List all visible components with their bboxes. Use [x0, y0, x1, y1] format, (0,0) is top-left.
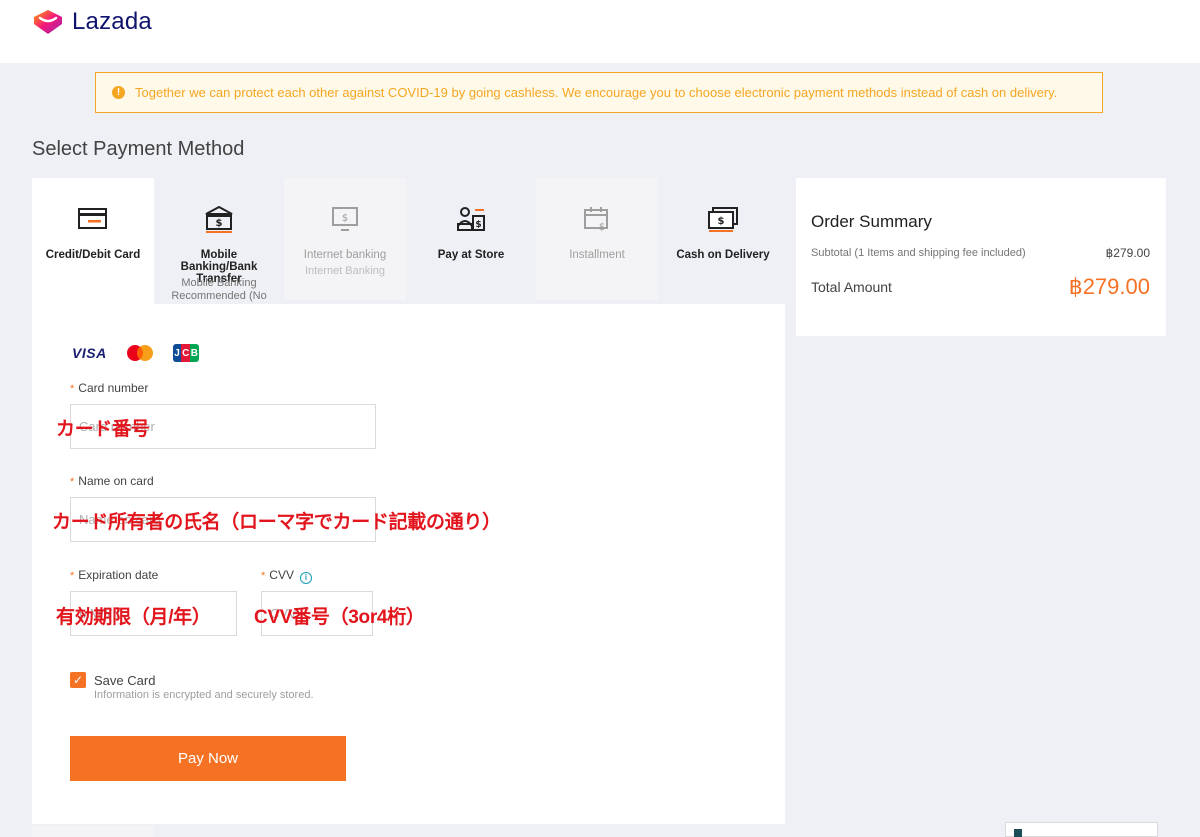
info-icon[interactable]: i — [299, 572, 312, 584]
credit-card-icon — [78, 208, 107, 229]
payment-method-tabs: Credit/Debit Card $ Mobile Banking/Bank … — [32, 178, 785, 306]
tab-sub-label: Mobile Banking Recommended (No — [171, 277, 267, 302]
tab-mobile-banking[interactable]: $ Mobile Banking/Bank Transfer Mobile Ba… — [158, 178, 280, 302]
cvv-label: * CVV i — [261, 568, 312, 584]
calendar-dollar-icon: $ — [584, 207, 608, 233]
save-card-description: Information is encrypted and securely st… — [94, 689, 314, 701]
tab-cash-on-delivery[interactable]: $ Cash on Delivery — [662, 178, 784, 300]
svg-text:$: $ — [718, 216, 725, 227]
required-mark: * — [70, 570, 75, 582]
save-card-checkbox[interactable]: ✓ — [70, 672, 86, 688]
total-amount-value: ฿279.00 — [1068, 274, 1150, 299]
tab-pay-at-store[interactable]: $ Pay at Store — [410, 178, 532, 300]
tab-label: Pay at Store — [437, 249, 505, 261]
tab-sub-label: Internet Banking — [304, 265, 386, 277]
svg-text:$: $ — [475, 220, 481, 230]
visa-logo: VISA — [72, 345, 107, 361]
cash-icon: $ — [708, 207, 738, 232]
card-payment-form: VISA J C B * Card number Card number カード番… — [32, 304, 785, 824]
lazada-heart-icon — [34, 10, 62, 34]
required-mark: * — [70, 383, 75, 395]
jcb-letter: C — [181, 344, 191, 362]
label-text: Card number — [78, 381, 149, 395]
total-amount-label: Total Amount — [811, 279, 892, 295]
svg-text:$: $ — [599, 222, 605, 233]
subtotal-label: Subtotal (1 Items and shipping fee inclu… — [811, 247, 1026, 259]
expiration-date-annotation: 有効期限（月/年） — [56, 607, 211, 628]
tab-internet-banking[interactable]: $ Internet banking Internet Banking — [284, 178, 406, 300]
tab-label: Cash on Delivery — [676, 249, 770, 261]
tab-credit-debit-card[interactable]: Credit/Debit Card — [32, 178, 154, 306]
required-mark: * — [70, 476, 75, 488]
label-text: Expiration date — [78, 568, 159, 582]
bank-icon: $ — [205, 205, 233, 233]
required-mark: * — [261, 570, 266, 582]
page-title: Select Payment Method — [32, 138, 245, 160]
save-card-label: Save Card — [94, 673, 156, 688]
bottom-partial-widget[interactable] — [1005, 822, 1158, 837]
cvv-annotation: CVV番号（3or4桁） — [254, 607, 425, 628]
svg-text:$: $ — [216, 218, 223, 229]
widget-icon — [1014, 829, 1022, 837]
expiration-date-label: * Expiration date — [70, 568, 158, 582]
notice-text: Together we can protect each other again… — [135, 85, 1058, 100]
jcb-letter: J — [172, 344, 182, 362]
subtotal-value: ฿279.00 — [1105, 246, 1150, 260]
tab-installment[interactable]: $ Installment — [536, 178, 658, 300]
order-summary: Order Summary Subtotal (1 Items and ship… — [796, 178, 1166, 336]
lazada-logo[interactable]: Lazada — [32, 8, 152, 36]
name-on-card-annotation: カード所有者の氏名（ローマ字でカード記載の通り） — [52, 512, 501, 533]
monitor-dollar-icon: $ — [332, 207, 358, 231]
top-bar: Lazada — [0, 0, 1200, 63]
label-text: CVV — [269, 568, 294, 582]
tab-label: Credit/Debit Card — [45, 249, 141, 261]
mastercard-icon — [126, 345, 153, 361]
tab-label: Installment — [569, 249, 625, 261]
covid-notice-banner: ! Together we can protect each other aga… — [95, 72, 1103, 113]
jcb-letter: B — [190, 344, 199, 362]
card-number-label: * Card number — [70, 381, 148, 395]
name-on-card-label: * Name on card — [70, 474, 154, 488]
label-text: Name on card — [78, 474, 154, 488]
card-number-annotation: カード番号 — [56, 419, 150, 440]
alert-circle-icon: ! — [112, 86, 125, 99]
order-summary-title: Order Summary — [811, 212, 932, 231]
logo-text: Lazada — [72, 8, 152, 35]
bottom-partial-tab — [32, 826, 154, 837]
card-brands: VISA J C B — [72, 344, 199, 362]
store-cashier-icon: $ — [457, 207, 485, 231]
tab-label: Internet banking — [303, 249, 387, 261]
jcb-logo: J C B — [172, 344, 199, 362]
svg-text:$: $ — [342, 213, 348, 224]
pay-now-button[interactable]: Pay Now — [70, 736, 346, 781]
